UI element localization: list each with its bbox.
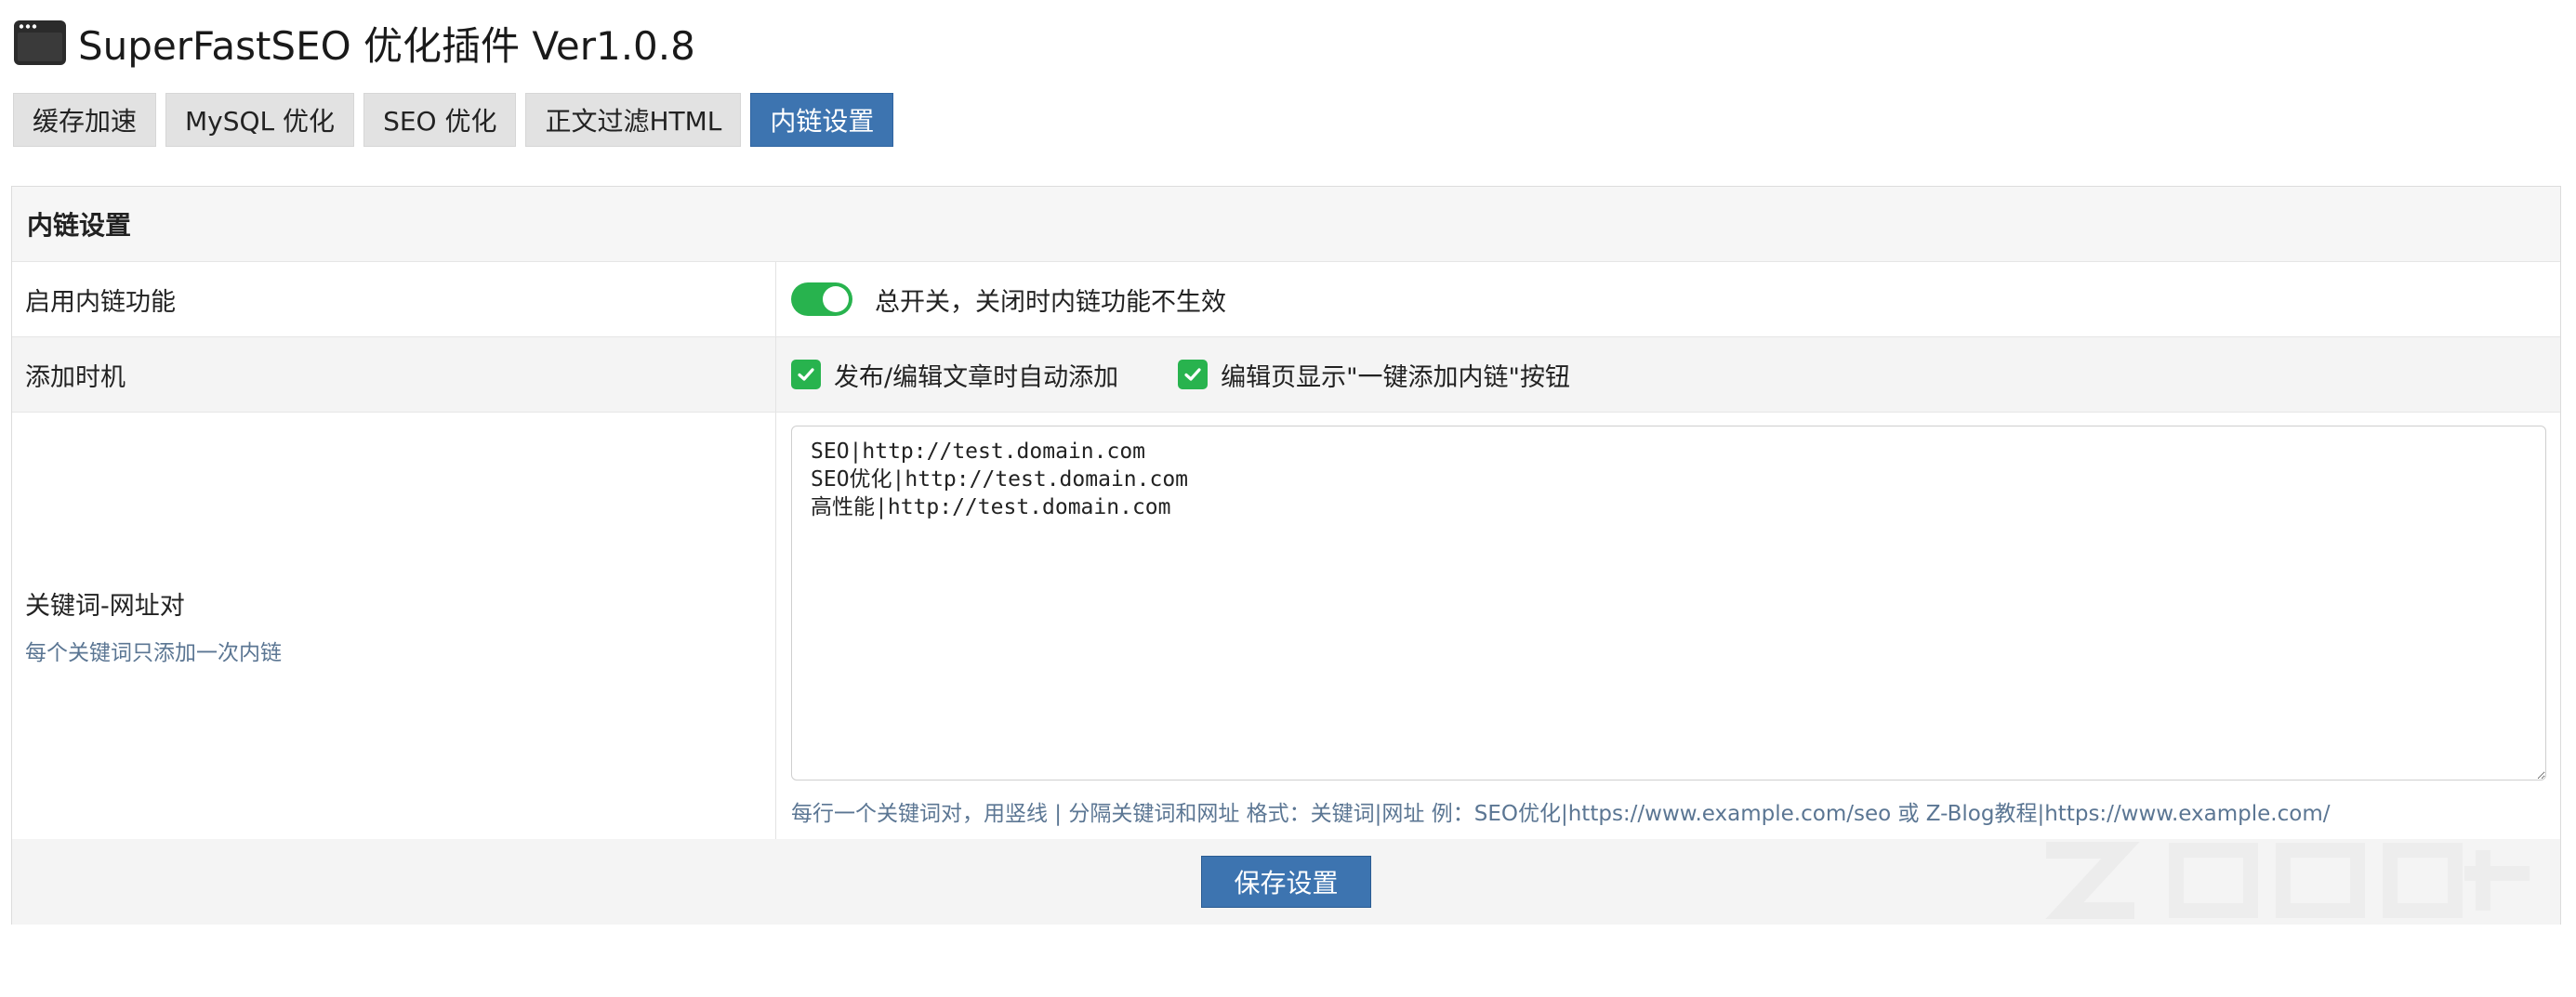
page-header: SuperFastSEO 优化插件 Ver1.0.8 bbox=[13, 17, 695, 69]
keyword-url-textarea[interactable] bbox=[791, 426, 2546, 781]
tab-mysql-optimization[interactable]: MySQL 优化 bbox=[165, 93, 355, 147]
auto-add-option[interactable]: 发布/编辑文章时自动添加 bbox=[791, 357, 1118, 393]
app-window-icon bbox=[14, 20, 66, 65]
toggle-knob bbox=[823, 286, 849, 312]
keywords-help-text: 每行一个关键词对，用竖线 | 分隔关键词和网址 格式：关键词|网址 例：SEO优… bbox=[791, 802, 2331, 826]
row-label-cell: 启用内链功能 bbox=[12, 262, 776, 336]
one-click-button-label: 编辑页显示"一键添加内链"按钮 bbox=[1221, 362, 1570, 392]
row-value-cell: 发布/编辑文章时自动添加 编辑页显示"一键添加内链"按钮 bbox=[776, 337, 2560, 412]
row-label-cell: 关键词-网址对 每个关键词只添加一次内链 bbox=[12, 413, 776, 839]
check-icon bbox=[798, 368, 814, 381]
save-row: 保存设置 bbox=[12, 839, 2560, 925]
row-keyword-url-pairs: 关键词-网址对 每个关键词只添加一次内链 每行一个关键词对，用竖线 | 分隔关键… bbox=[12, 412, 2560, 839]
save-settings-button[interactable]: 保存设置 bbox=[1201, 856, 1371, 908]
tab-internal-links[interactable]: 内链设置 bbox=[750, 93, 894, 147]
tab-seo-optimization[interactable]: SEO 优化 bbox=[363, 93, 517, 147]
tab-bar: 缓存加速 MySQL 优化 SEO 优化 正文过滤HTML 内链设置 bbox=[13, 93, 894, 147]
panel-title: 内链设置 bbox=[12, 187, 2560, 261]
tab-cache-acceleration[interactable]: 缓存加速 bbox=[13, 93, 157, 147]
check-icon bbox=[1184, 368, 1201, 381]
row-value-cell: 总开关，关闭时内链功能不生效 bbox=[776, 262, 2560, 336]
one-click-button-option[interactable]: 编辑页显示"一键添加内链"按钮 bbox=[1178, 357, 1570, 393]
page-title: SuperFastSEO 优化插件 Ver1.0.8 bbox=[78, 22, 695, 69]
one-click-button-checkbox[interactable] bbox=[1178, 360, 1209, 389]
tab-content-html-filter[interactable]: 正文过滤HTML bbox=[525, 93, 742, 147]
row-add-timing: 添加时机 发布/编辑文章时自动添加 编辑页显示"一键添加内链"按钮 bbox=[12, 336, 2560, 412]
row-value-cell: 每行一个关键词对，用竖线 | 分隔关键词和网址 格式：关键词|网址 例：SEO优… bbox=[776, 413, 2560, 839]
enable-toggle[interactable] bbox=[791, 282, 852, 316]
auto-add-label: 发布/编辑文章时自动添加 bbox=[834, 362, 1119, 392]
timing-label: 添加时机 bbox=[25, 362, 125, 392]
enable-description: 总开关，关闭时内链功能不生效 bbox=[875, 287, 1226, 317]
enable-label: 启用内链功能 bbox=[25, 287, 176, 317]
row-enable-internal-links: 启用内链功能 总开关，关闭时内链功能不生效 bbox=[12, 261, 2560, 336]
keywords-label: 关键词-网址对 bbox=[25, 592, 185, 621]
keywords-sublabel: 每个关键词只添加一次内链 bbox=[25, 641, 282, 665]
auto-add-checkbox[interactable] bbox=[791, 360, 821, 389]
row-label-cell: 添加时机 bbox=[12, 337, 776, 412]
settings-panel: 内链设置 启用内链功能 总开关，关闭时内链功能不生效 添加时机 发布/编辑文章时… bbox=[11, 186, 2561, 925]
